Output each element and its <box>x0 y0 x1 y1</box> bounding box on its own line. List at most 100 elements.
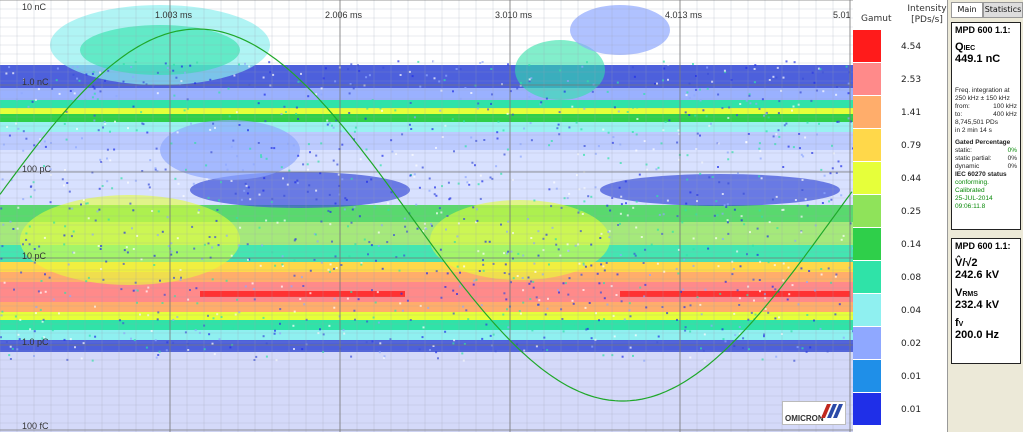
intensity-dot <box>701 161 704 164</box>
intensity-dot <box>464 87 467 89</box>
intensity-dot <box>507 326 510 329</box>
intensity-dot <box>506 112 509 115</box>
intensity-dot <box>64 169 66 171</box>
intensity-dot <box>104 123 107 125</box>
tab-main[interactable]: Main <box>951 2 983 18</box>
intensity-dot <box>675 267 678 270</box>
intensity-dot <box>558 291 560 294</box>
intensity-dot <box>182 195 185 198</box>
intensity-dot <box>599 291 602 294</box>
intensity-dot <box>44 273 46 276</box>
intensity-dot <box>153 264 156 266</box>
intensity-dot <box>428 189 431 192</box>
intensity-dot <box>87 276 90 279</box>
intensity-dot <box>717 166 719 168</box>
intensity-dot <box>534 270 537 273</box>
intensity-dot <box>529 122 532 125</box>
intensity-dot <box>822 90 825 93</box>
intensity-dot <box>556 127 559 130</box>
intensity-dot <box>173 94 176 97</box>
prpd-plot[interactable]: 10 nC 1.0 nC 100 pC 10 pC 1.0 pC 100 fC … <box>0 0 853 432</box>
intensity-dot <box>174 177 177 180</box>
intensity-dot <box>445 74 448 77</box>
intensity-dot <box>208 333 211 336</box>
x-label-2ms: 2.006 ms <box>325 10 363 20</box>
intensity-dot <box>794 199 797 201</box>
intensity-dot <box>9 358 12 360</box>
intensity-dot <box>428 177 431 180</box>
intensity-dot <box>249 198 252 201</box>
intensity-cluster <box>20 195 240 285</box>
intensity-unit: [PDs/s] <box>911 15 943 25</box>
intensity-dot <box>334 255 337 258</box>
intensity-dot <box>591 90 594 93</box>
intensity-dot <box>214 236 217 239</box>
intensity-dot <box>746 253 748 256</box>
intensity-dot <box>17 127 20 130</box>
intensity-dot <box>603 282 605 285</box>
intensity-dot <box>782 262 785 265</box>
intensity-dot <box>530 139 533 142</box>
intensity-dot <box>282 177 284 180</box>
intensity-dot <box>331 240 333 243</box>
intensity-dot <box>539 321 542 324</box>
intensity-dot <box>817 322 820 325</box>
intensity-dot <box>778 100 781 103</box>
intensity-dot <box>265 342 268 345</box>
intensity-dot <box>421 166 424 169</box>
intensity-dot <box>308 184 311 187</box>
intensity-cluster <box>80 25 240 75</box>
intensity-dot <box>625 202 627 205</box>
intensity-dot <box>543 336 546 339</box>
intensity-dot <box>602 354 605 357</box>
intensity-dot <box>731 273 734 276</box>
intensity-dot <box>264 120 267 123</box>
dynamic-row: dynamic 0% <box>955 163 1017 171</box>
intensity-dot <box>605 261 608 264</box>
voltage-panel-title: MPD 600 1.1: <box>955 241 1011 251</box>
intensity-dot <box>639 286 642 289</box>
intensity-dot <box>516 87 519 90</box>
y-label-10nc: 10 nC <box>22 2 47 12</box>
intensity-dot <box>800 267 803 270</box>
intensity-dot <box>247 258 249 261</box>
intensity-dot <box>99 248 102 250</box>
intensity-dot <box>489 176 492 179</box>
intensity-dot <box>271 251 274 254</box>
intensity-dot <box>732 268 735 270</box>
intensity-dot <box>502 129 505 132</box>
intensity-dot <box>307 168 309 171</box>
intensity-dot <box>584 265 587 268</box>
intensity-dot <box>381 267 384 270</box>
intensity-dot <box>500 172 503 175</box>
intensity-dot <box>9 345 12 348</box>
intensity-dot <box>806 121 809 124</box>
intensity-dot <box>758 147 761 150</box>
intensity-dot <box>115 95 118 98</box>
v-peak-symbol: V̂/√2 <box>955 257 978 269</box>
intensity-dot <box>436 212 438 215</box>
intensity-dot <box>99 90 102 93</box>
intensity-dot <box>93 119 96 122</box>
intensity-dot <box>260 156 263 158</box>
intensity-dot <box>635 226 638 229</box>
tab-statistics[interactable]: Statistics <box>983 2 1023 18</box>
intensity-dot <box>249 147 252 150</box>
intensity-dot <box>725 105 728 108</box>
intensity-band <box>0 108 853 114</box>
gamut-level-label: 0.02 <box>901 339 922 349</box>
intensity-dot <box>721 238 724 240</box>
intensity-dot <box>663 67 666 70</box>
intensity-dot <box>63 184 65 187</box>
calibration-time: 09:06:11.8 <box>955 203 986 210</box>
intensity-dot <box>371 99 374 101</box>
intensity-dot <box>475 139 478 142</box>
charge-panel[interactable]: MPD 600 1.1: QIEC 449.1 nC Freq. integra… <box>951 22 1021 230</box>
voltage-panel[interactable]: MPD 600 1.1: V̂/√2 242.6 kV VRMS 232.4 k… <box>951 238 1021 364</box>
intensity-dot <box>80 203 82 206</box>
gamut-swatch <box>853 129 881 161</box>
intensity-dot <box>335 267 338 269</box>
intensity-dot <box>721 212 724 215</box>
intensity-dot <box>656 228 659 231</box>
intensity-dot <box>511 113 514 116</box>
